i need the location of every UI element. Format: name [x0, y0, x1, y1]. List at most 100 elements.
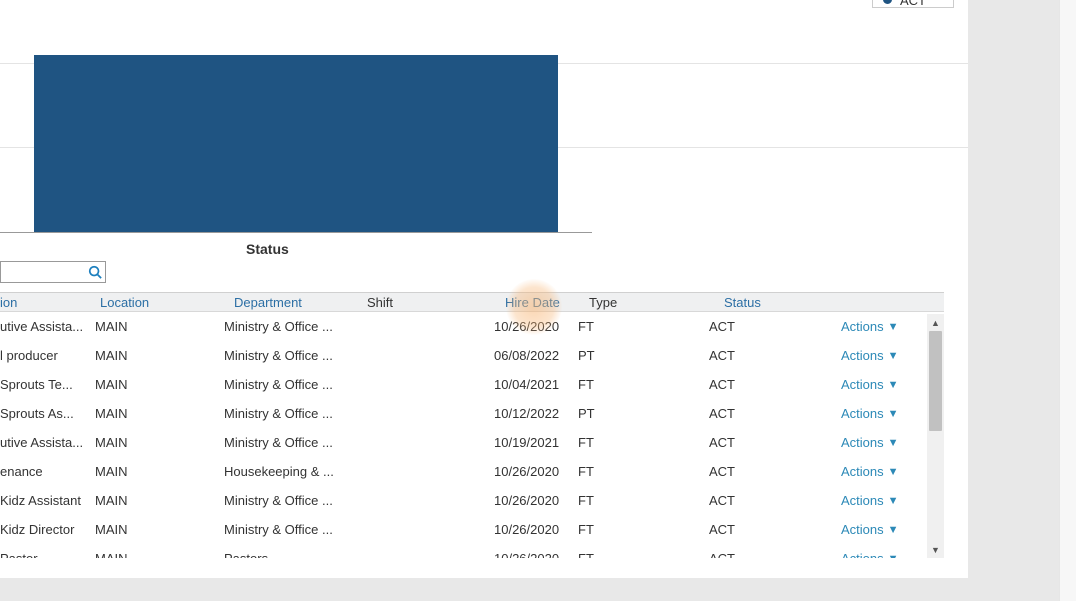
legend-dot-icon: [883, 0, 892, 4]
chevron-down-icon: ▼: [888, 466, 899, 478]
table-scrollbar[interactable]: ▲ ▼: [927, 314, 944, 558]
cell-position: utive Assista...: [0, 435, 92, 450]
main-content: ACT Status ion Location Department Shift…: [0, 0, 968, 578]
table-header: ion Location Department Shift Hire Date …: [0, 292, 944, 312]
cell-type: FT: [578, 493, 618, 508]
legend-label: ACT: [900, 0, 926, 8]
search-input[interactable]: [1, 262, 85, 282]
cell-position: enance: [0, 464, 92, 479]
chevron-down-icon: ▼: [888, 379, 899, 391]
cell-position: Kidz Director: [0, 522, 92, 537]
actions-dropdown[interactable]: Actions ▼: [841, 406, 899, 421]
cell-status: ACT: [709, 435, 769, 450]
column-header-shift[interactable]: Shift: [367, 295, 393, 310]
cell-position: l producer: [0, 348, 92, 363]
actions-label: Actions: [841, 348, 884, 363]
scroll-down-icon[interactable]: ▼: [927, 541, 944, 558]
actions-label: Actions: [841, 522, 884, 537]
table-row[interactable]: Sprouts As... MAIN Ministry & Office ...…: [0, 399, 944, 428]
cell-position: Sprouts As...: [0, 406, 92, 421]
cell-location: MAIN: [95, 319, 215, 334]
cell-type: FT: [578, 464, 618, 479]
cell-hire-date: 10/26/2020: [494, 319, 574, 334]
cell-status: ACT: [709, 377, 769, 392]
actions-dropdown[interactable]: Actions ▼: [841, 377, 899, 392]
cell-type: FT: [578, 435, 618, 450]
cell-hire-date: 10/12/2022: [494, 406, 574, 421]
chevron-down-icon: ▼: [888, 350, 899, 362]
cell-department: Ministry & Office ...: [224, 348, 364, 363]
chevron-down-icon: ▼: [888, 524, 899, 536]
cell-hire-date: 06/08/2022: [494, 348, 574, 363]
actions-label: Actions: [841, 493, 884, 508]
column-header-type[interactable]: Type: [589, 295, 617, 310]
column-header-position[interactable]: ion: [0, 295, 17, 310]
chart-axis-label: Status: [246, 241, 289, 257]
cell-status: ACT: [709, 319, 769, 334]
cell-type: PT: [578, 406, 618, 421]
chart-bar-act[interactable]: [34, 55, 558, 232]
cell-location: MAIN: [95, 522, 215, 537]
cell-location: MAIN: [95, 406, 215, 421]
actions-dropdown[interactable]: Actions ▼: [841, 435, 899, 450]
actions-dropdown[interactable]: Actions ▼: [841, 551, 899, 558]
table-row[interactable]: utive Assista... MAIN Ministry & Office …: [0, 312, 944, 341]
table-row[interactable]: Kidz Assistant MAIN Ministry & Office ..…: [0, 486, 944, 515]
actions-dropdown[interactable]: Actions ▼: [841, 522, 899, 537]
cell-location: MAIN: [95, 377, 215, 392]
table-row[interactable]: Kidz Director MAIN Ministry & Office ...…: [0, 515, 944, 544]
actions-dropdown[interactable]: Actions ▼: [841, 319, 899, 334]
cell-hire-date: 10/26/2020: [494, 464, 574, 479]
cell-department: Housekeeping & ...: [224, 464, 364, 479]
actions-label: Actions: [841, 435, 884, 450]
cell-position: Pastor: [0, 551, 92, 558]
cell-location: MAIN: [95, 435, 215, 450]
chevron-down-icon: ▼: [888, 321, 899, 333]
search-icon[interactable]: [85, 265, 105, 279]
cell-hire-date: 10/26/2020: [494, 551, 574, 558]
chevron-down-icon: ▼: [888, 437, 899, 449]
actions-label: Actions: [841, 551, 884, 558]
cell-position: utive Assista...: [0, 319, 92, 334]
table-row[interactable]: enance MAIN Housekeeping & ... 10/26/202…: [0, 457, 944, 486]
cell-status: ACT: [709, 406, 769, 421]
actions-label: Actions: [841, 406, 884, 421]
cell-status: ACT: [709, 493, 769, 508]
column-header-status[interactable]: Status: [724, 295, 761, 310]
cell-hire-date: 10/26/2020: [494, 493, 574, 508]
scroll-thumb[interactable]: [929, 331, 942, 431]
table-row[interactable]: l producer MAIN Ministry & Office ... 06…: [0, 341, 944, 370]
cell-location: MAIN: [95, 348, 215, 363]
column-header-location[interactable]: Location: [100, 295, 149, 310]
table-row[interactable]: Pastor MAIN Pastors 10/26/2020 FT ACT Ac…: [0, 544, 944, 558]
cell-hire-date: 10/04/2021: [494, 377, 574, 392]
cell-status: ACT: [709, 522, 769, 537]
actions-label: Actions: [841, 464, 884, 479]
cell-status: ACT: [709, 464, 769, 479]
cell-department: Ministry & Office ...: [224, 377, 364, 392]
table-row[interactable]: Sprouts Te... MAIN Ministry & Office ...…: [0, 370, 944, 399]
actions-dropdown[interactable]: Actions ▼: [841, 464, 899, 479]
scroll-up-icon[interactable]: ▲: [927, 314, 944, 331]
window-scrollbar[interactable]: [1059, 0, 1076, 601]
search-box: [0, 261, 106, 283]
cell-status: ACT: [709, 551, 769, 558]
cell-location: MAIN: [95, 551, 215, 558]
cell-type: FT: [578, 319, 618, 334]
actions-dropdown[interactable]: Actions ▼: [841, 348, 899, 363]
column-header-hire-date[interactable]: Hire Date: [505, 295, 560, 310]
actions-label: Actions: [841, 377, 884, 392]
table-body: utive Assista... MAIN Ministry & Office …: [0, 312, 944, 558]
cell-type: FT: [578, 522, 618, 537]
cell-location: MAIN: [95, 464, 215, 479]
chevron-down-icon: ▼: [888, 553, 899, 559]
cell-hire-date: 10/19/2021: [494, 435, 574, 450]
cell-department: Ministry & Office ...: [224, 406, 364, 421]
chevron-down-icon: ▼: [888, 408, 899, 420]
column-header-department[interactable]: Department: [234, 295, 302, 310]
table-row[interactable]: utive Assista... MAIN Ministry & Office …: [0, 428, 944, 457]
cell-location: MAIN: [95, 493, 215, 508]
cell-type: FT: [578, 377, 618, 392]
cell-department: Pastors: [224, 551, 364, 558]
actions-dropdown[interactable]: Actions ▼: [841, 493, 899, 508]
